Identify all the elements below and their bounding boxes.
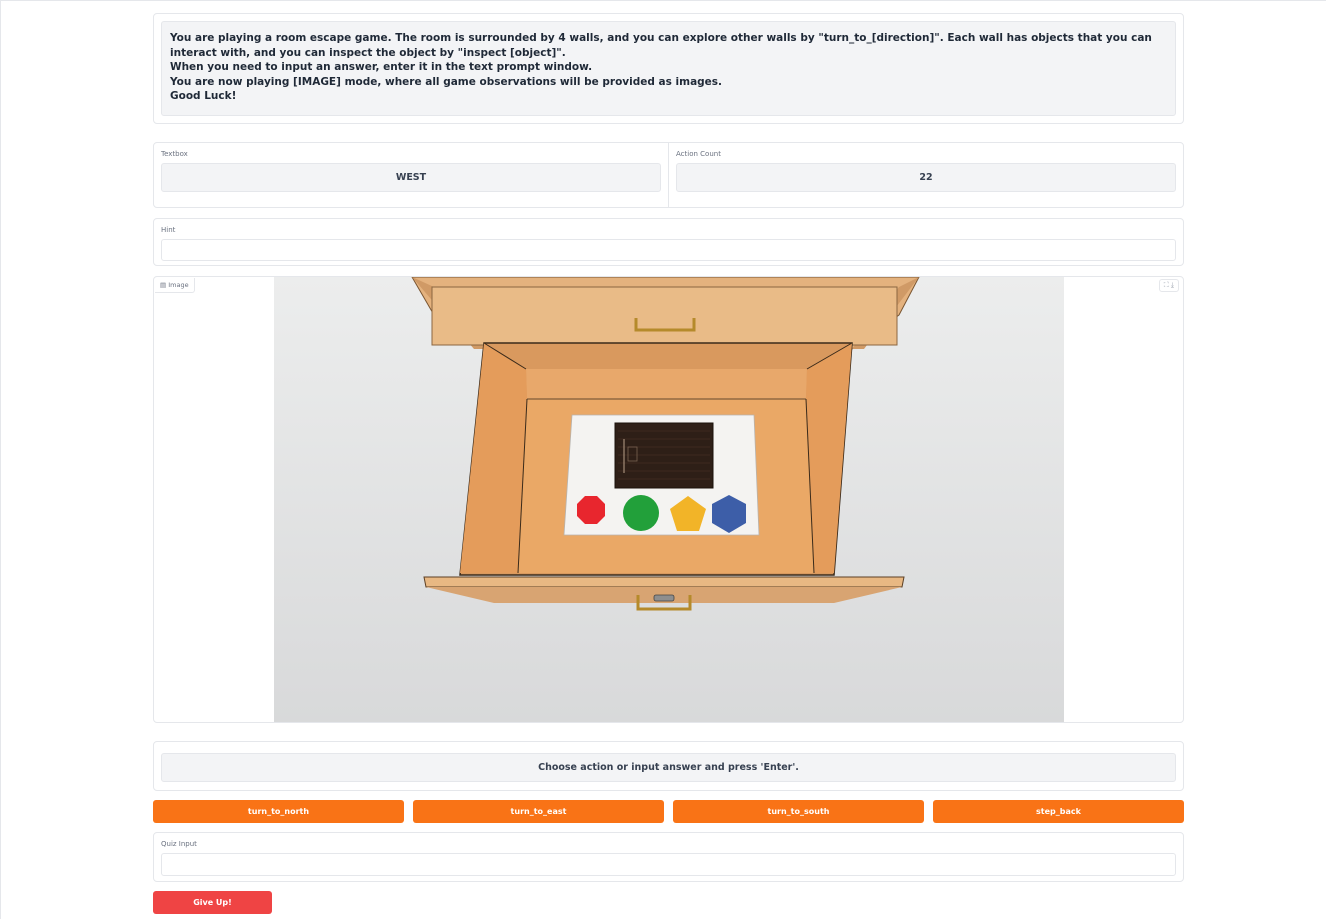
instructions-panel: You are playing a room escape game. The … xyxy=(153,13,1184,124)
textbox-value: WEST xyxy=(161,163,661,192)
action-count-label: Action Count xyxy=(676,150,721,158)
instructions-line-2: When you need to input an answer, enter … xyxy=(170,61,593,73)
hint-panel: Hint xyxy=(153,218,1184,266)
status-row: Textbox WEST Action Count 22 xyxy=(153,142,1184,208)
step-back-button[interactable]: step_back xyxy=(933,800,1184,823)
prompt-panel: Choose action or input answer and press … xyxy=(153,741,1184,791)
image-label: ▤ Image xyxy=(155,278,195,293)
drawer-back-wall xyxy=(526,369,807,399)
fullscreen-download-icons[interactable]: ⛶ ⤓ xyxy=(1164,281,1174,289)
green-circle-shape xyxy=(623,495,659,531)
turn-to-north-button[interactable]: turn_to_north xyxy=(153,800,404,823)
give-up-button[interactable]: Give Up! xyxy=(153,891,272,914)
game-observation-image xyxy=(274,277,1064,722)
image-toolbar[interactable]: ⛶ ⤓ xyxy=(1158,279,1179,292)
quiz-panel: Quiz Input xyxy=(153,832,1184,882)
drawer-front-lip xyxy=(423,576,905,588)
instructions-line-3: You are now playing [IMAGE] mode, where … xyxy=(170,75,723,88)
app-frame: You are playing a room escape game. The … xyxy=(0,0,1326,919)
textbox-cell: Textbox WEST xyxy=(154,143,668,207)
image-icon: ▤ xyxy=(160,281,169,289)
action-buttons: turn_to_north turn_to_east turn_to_south… xyxy=(153,800,1184,823)
lower-drawer-lock xyxy=(653,594,675,602)
upper-drawer-front xyxy=(431,286,898,346)
action-count-value: 22 xyxy=(676,163,1176,192)
image-label-text: Image xyxy=(168,281,189,289)
action-count-cell: Action Count 22 xyxy=(668,143,1183,207)
image-panel: ▤ Image ⛶ ⤓ xyxy=(153,276,1184,723)
hint-field xyxy=(161,239,1176,261)
instructions-text: You are playing a room escape game. The … xyxy=(161,21,1176,116)
prompt-message: Choose action or input answer and press … xyxy=(161,753,1176,782)
hint-label: Hint xyxy=(161,226,176,234)
quiz-label: Quiz Input xyxy=(161,840,197,848)
instructions-line-4: Good Luck! xyxy=(170,90,237,102)
turn-to-south-button[interactable]: turn_to_south xyxy=(673,800,924,823)
quiz-input-field[interactable] xyxy=(161,853,1176,876)
textbox-label: Textbox xyxy=(161,150,188,158)
red-octagon-shape xyxy=(577,496,605,524)
instructions-line-1: You are playing a room escape game. The … xyxy=(170,32,1152,59)
turn-to-east-button[interactable]: turn_to_east xyxy=(413,800,664,823)
